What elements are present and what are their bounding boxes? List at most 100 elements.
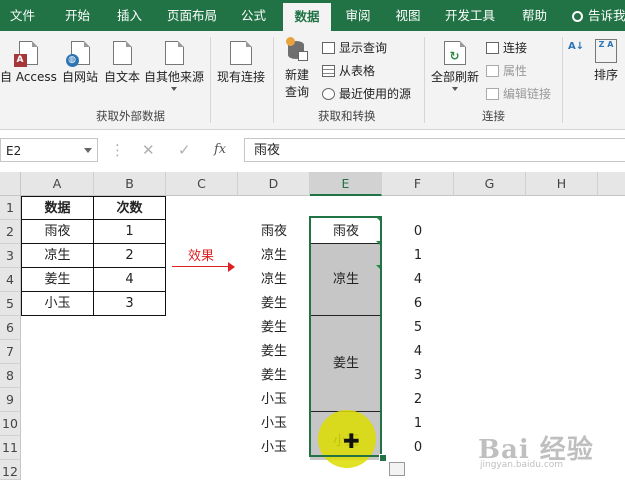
tab-view[interactable]: 视图: [387, 0, 429, 31]
cell-f[interactable]: 2: [382, 388, 454, 412]
from-table-button[interactable]: 从表格: [322, 62, 375, 79]
table-cell[interactable]: 雨夜: [21, 220, 94, 244]
from-other-sources-button[interactable]: 自其他来源: [143, 41, 205, 91]
select-all-corner[interactable]: [0, 172, 21, 196]
recent-sources-button[interactable]: 最近使用的源: [322, 85, 411, 102]
tab-help[interactable]: 帮助: [512, 0, 557, 31]
row-header-12[interactable]: 12: [0, 460, 21, 480]
cell-d[interactable]: 姜生: [238, 292, 310, 316]
row-header-10[interactable]: 10: [0, 412, 21, 436]
table-cell[interactable]: 3: [94, 292, 166, 316]
cell-d[interactable]: 小玉: [238, 388, 310, 412]
cell-f[interactable]: 6: [382, 292, 454, 316]
new-query-button[interactable]: 新建 查询: [278, 37, 316, 100]
row-header-3[interactable]: 3: [0, 244, 21, 268]
from-text-button[interactable]: 自文本: [102, 41, 142, 85]
tell-me-search[interactable]: 告诉我: [572, 0, 625, 31]
cell-f[interactable]: 5: [382, 316, 454, 340]
edit-links-button[interactable]: 编辑链接: [486, 85, 551, 102]
cell-d[interactable]: 姜生: [238, 364, 310, 388]
tab-file[interactable]: 文件: [0, 0, 45, 31]
arrow-right-icon: [228, 262, 235, 272]
cell-d[interactable]: 姜生: [238, 340, 310, 364]
column-header-b[interactable]: B: [94, 172, 166, 196]
row-header-8[interactable]: 8: [0, 364, 21, 388]
tab-page-layout[interactable]: 页面布局: [160, 0, 224, 31]
column-header-c[interactable]: C: [166, 172, 238, 196]
quick-analysis-icon[interactable]: [389, 462, 405, 476]
table-header-cell[interactable]: 次数: [94, 196, 166, 220]
tab-formulas[interactable]: 公式: [231, 0, 276, 31]
worksheet-grid[interactable]: A B C D E F G H 1 2 3 4 5 6 7 8 9 10 11 …: [0, 172, 625, 480]
cell-d[interactable]: 凉生: [238, 244, 310, 268]
cell-f[interactable]: 4: [382, 340, 454, 364]
column-header-d[interactable]: D: [238, 172, 310, 196]
row-header-6[interactable]: 6: [0, 316, 21, 340]
other-sources-icon: [164, 41, 184, 65]
show-queries-button[interactable]: 显示查询: [322, 39, 387, 56]
cancel-icon[interactable]: ✕: [142, 138, 155, 162]
sort-button[interactable]: Z A 排序: [588, 39, 624, 83]
grid-icon: [322, 65, 335, 77]
column-header-h[interactable]: H: [526, 172, 598, 196]
table-cell[interactable]: 2: [94, 244, 166, 268]
row-header-11[interactable]: 11: [0, 436, 21, 460]
refresh-all-button[interactable]: ↻ 全部刷新: [430, 41, 480, 91]
chevron-down-icon[interactable]: [84, 148, 92, 153]
cell-d[interactable]: 小玉: [238, 412, 310, 436]
clock-icon: [322, 88, 335, 100]
table-cell[interactable]: 4: [94, 268, 166, 292]
arrow-line: [172, 266, 230, 267]
cell-d[interactable]: 小玉: [238, 436, 310, 460]
enter-icon[interactable]: ✓: [178, 138, 191, 162]
row-header-1[interactable]: 1: [0, 196, 21, 220]
row-header-9[interactable]: 9: [0, 388, 21, 412]
cell-d[interactable]: 凉生: [238, 268, 310, 292]
connections-button[interactable]: 连接: [486, 39, 527, 56]
properties-button[interactable]: 属性: [486, 62, 527, 79]
column-header-i[interactable]: [598, 172, 625, 196]
column-header-f[interactable]: F: [382, 172, 454, 196]
row-header-4[interactable]: 4: [0, 268, 21, 292]
cell-f[interactable]: 3: [382, 364, 454, 388]
table-cell[interactable]: 小玉: [21, 292, 94, 316]
row-header-2[interactable]: 2: [0, 220, 21, 244]
search-icon: [572, 11, 583, 22]
divider: [210, 37, 211, 123]
sort-az-button[interactable]: A↓: [568, 41, 584, 52]
table-cell[interactable]: 1: [94, 220, 166, 244]
table-header-cell[interactable]: 数据: [21, 196, 94, 220]
cell-cursor-icon: ✚: [343, 429, 360, 453]
name-box[interactable]: E2: [0, 138, 98, 162]
formula-input[interactable]: 雨夜: [244, 138, 625, 162]
tab-developer[interactable]: 开发工具: [438, 0, 502, 31]
fill-handle[interactable]: [379, 454, 387, 462]
row-header-5[interactable]: 5: [0, 292, 21, 316]
row-header-7[interactable]: 7: [0, 340, 21, 364]
column-header-g[interactable]: G: [454, 172, 526, 196]
ribbon-tab-bar: 文件 开始 插入 页面布局 公式 数据 审阅 视图 开发工具 帮助 告诉我: [0, 0, 625, 31]
column-header-a[interactable]: A: [21, 172, 94, 196]
group-divider: [273, 37, 274, 123]
from-web-button[interactable]: ◍ 自网站: [59, 41, 101, 85]
link-icon: [486, 88, 499, 100]
cell-f[interactable]: 1: [382, 412, 454, 436]
tab-home[interactable]: 开始: [55, 0, 100, 31]
tab-data[interactable]: 数据: [283, 3, 331, 31]
table-cell[interactable]: 姜生: [21, 268, 94, 292]
tell-me-label: 告诉我: [588, 8, 625, 23]
existing-connections-button[interactable]: 现有连接: [214, 41, 268, 85]
cell-f[interactable]: 0: [382, 220, 454, 244]
cell-f[interactable]: 4: [382, 268, 454, 292]
cell-f[interactable]: 1: [382, 244, 454, 268]
from-access-button[interactable]: A 自 Access: [0, 41, 57, 85]
group-label-external-data: 获取外部数据: [96, 109, 165, 123]
cell-d[interactable]: 姜生: [238, 316, 310, 340]
tab-insert[interactable]: 插入: [107, 0, 152, 31]
tab-review[interactable]: 审阅: [337, 0, 379, 31]
table-cell[interactable]: 凉生: [21, 244, 94, 268]
column-header-e[interactable]: E: [310, 172, 382, 196]
insert-function-icon[interactable]: fx: [214, 138, 226, 162]
cell-f[interactable]: 0: [382, 436, 454, 460]
cell-d[interactable]: 雨夜: [238, 220, 310, 244]
